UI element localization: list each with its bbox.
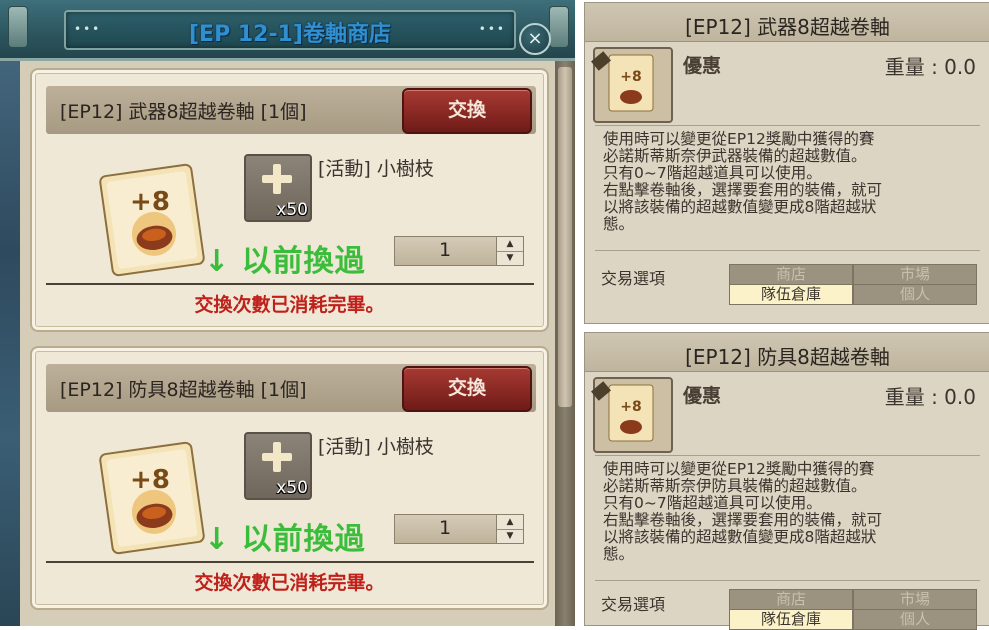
description-line: 以將該裝備的超越數值變更成8階超越狀: [603, 528, 877, 546]
material-slot[interactable]: x50: [244, 432, 312, 500]
tooltip-title: [EP12] 武器8超越卷軸: [685, 15, 890, 39]
divider: [595, 125, 980, 126]
shop-header: ••• ••• [EP 12-1]卷軸商店 ×: [0, 0, 575, 61]
description-line: 態。: [603, 545, 635, 563]
scroll-icon-label: +8: [130, 465, 170, 495]
scroll-shop-window: ••• ••• [EP 12-1]卷軸商店 × [EP12] 武器8超越卷軸 […: [0, 0, 575, 626]
title-plate: ••• ••• [EP 12-1]卷軸商店: [64, 10, 516, 50]
trade-option-team-storage: 隊伍倉庫: [729, 284, 853, 305]
shop-item-card: [EP12] 防具8超越卷軸 [1個] 交換 +8 x50 [活動] 小樹枝 ↓…: [30, 346, 549, 610]
tooltip-header: [EP12] 武器8超越卷軸: [585, 3, 989, 42]
exchange-limit-status: 交換次數已消耗完畢。: [194, 572, 385, 594]
previously-exchanged-note: ↓ 以前換過: [204, 244, 366, 279]
tooltip-item-icon: +8: [591, 47, 673, 123]
quantity-value[interactable]: 1: [395, 239, 495, 261]
material-quantity: x50: [276, 478, 308, 498]
item-header: [EP12] 防具8超越卷軸 [1個] 交換: [46, 364, 536, 412]
shop-title: [EP 12-1]卷軸商店: [189, 22, 391, 47]
trade-option-personal: 個人: [853, 284, 977, 305]
tooltip-header: [EP12] 防具8超越卷軸: [585, 333, 989, 372]
quantity-up-arrow-icon[interactable]: ▲: [497, 515, 523, 530]
description-line: 使用時可以變更從EP12獎勵中獲得的賽: [603, 460, 875, 478]
material-name: [活動] 小樹枝: [318, 436, 434, 458]
quantity-down-arrow-icon[interactable]: ▼: [497, 251, 523, 265]
divider: [46, 283, 534, 285]
exchange-limit-status: 交換次數已消耗完畢。: [194, 294, 385, 316]
item-tooltip-armor: [EP12] 防具8超越卷軸 +8 優惠 重量 : 0.0 使用時可以變更從EP…: [584, 332, 989, 630]
close-button[interactable]: ×: [519, 23, 551, 55]
quantity-stepper[interactable]: 1 ▲ ▼: [394, 514, 524, 544]
quantity-up-arrow-icon[interactable]: ▲: [497, 237, 523, 252]
tooltip-title: [EP12] 防具8超越卷軸: [685, 345, 890, 369]
tooltip-item-icon: +8: [591, 377, 673, 453]
item-description: 使用時可以變更從EP12獎勵中獲得的賽 必諾斯蒂斯奈伊武器裝備的超越數值。 只有…: [603, 131, 983, 233]
shop-item-card: [EP12] 武器8超越卷軸 [1個] 交換 +8 x50 [活動] 小樹枝 ↓…: [30, 68, 549, 332]
trade-options-label: 交易選項: [601, 595, 666, 614]
description-line: 右點擊卷軸後，選擇要套用的裝備，就可: [603, 511, 883, 529]
transcend-scroll-icon[interactable]: +8: [92, 160, 212, 280]
item-weight: 重量 : 0.0: [884, 55, 976, 79]
description-line: 必諾斯蒂斯奈伊防具裝備的超越數值。: [603, 477, 867, 495]
window-frame: [0, 0, 20, 626]
item-header: [EP12] 武器8超越卷軸 [1個] 交換: [46, 86, 536, 134]
description-line: 以將該裝備的超越數值變更成8階超越狀: [603, 198, 877, 216]
exchange-button[interactable]: 交換: [402, 366, 532, 412]
scrollbar[interactable]: [555, 61, 575, 626]
item-description: 使用時可以變更從EP12獎勵中獲得的賽 必諾斯蒂斯奈伊防具裝備的超越數值。 只有…: [603, 461, 983, 563]
twig-material-icon: [262, 164, 292, 194]
item-grade: 優惠: [683, 55, 722, 77]
item-name: [EP12] 武器8超越卷軸 [1個]: [60, 101, 307, 123]
description-line: 右點擊卷軸後，選擇要套用的裝備，就可: [603, 181, 883, 199]
divider: [46, 561, 534, 563]
exchange-button[interactable]: 交換: [402, 88, 532, 134]
transcend-scroll-icon[interactable]: +8: [92, 438, 212, 558]
trade-option-market: 市場: [853, 264, 977, 285]
item-grade: 優惠: [683, 385, 722, 407]
trade-option-shop: 商店: [729, 264, 853, 285]
material-slot[interactable]: x50: [244, 154, 312, 222]
trade-option-personal: 個人: [853, 609, 977, 630]
quantity-stepper[interactable]: 1 ▲ ▼: [394, 236, 524, 266]
scroll-icon-label: +8: [130, 187, 170, 217]
trade-option-team-storage: 隊伍倉庫: [729, 609, 853, 630]
quantity-spinner: ▲ ▼: [496, 515, 523, 543]
item-name: [EP12] 防具8超越卷軸 [1個]: [60, 379, 307, 401]
scroll-icon-label: +8: [620, 69, 641, 85]
trade-option-shop: 商店: [729, 589, 853, 610]
description-line: 只有0~7階超越道具可以使用。: [603, 494, 822, 512]
description-line: 使用時可以變更從EP12獎勵中獲得的賽: [603, 130, 875, 148]
description-line: 態。: [603, 215, 635, 233]
item-tooltip-weapon: [EP12] 武器8超越卷軸 +8 優惠 重量 : 0.0 使用時可以變更從EP…: [584, 2, 989, 324]
divider: [595, 455, 980, 456]
twig-material-icon: [262, 442, 292, 472]
scroll-icon-label: +8: [620, 399, 641, 415]
description-line: 只有0~7階超越道具可以使用。: [603, 164, 822, 182]
divider: [595, 580, 980, 581]
divider: [595, 250, 980, 251]
quantity-spinner: ▲ ▼: [496, 237, 523, 265]
quantity-down-arrow-icon[interactable]: ▼: [497, 529, 523, 543]
material-quantity: x50: [276, 200, 308, 220]
trade-options-label: 交易選項: [601, 269, 666, 288]
header-ornament-left: [8, 6, 28, 48]
scrollbar-thumb[interactable]: [558, 67, 572, 407]
previously-exchanged-note: ↓ 以前換過: [204, 522, 366, 557]
material-name: [活動] 小樹枝: [318, 158, 434, 180]
item-weight: 重量 : 0.0: [884, 385, 976, 409]
trade-option-market: 市場: [853, 589, 977, 610]
header-ornament-right: [549, 6, 569, 48]
description-line: 必諾斯蒂斯奈伊武器裝備的超越數值。: [603, 147, 867, 165]
quantity-value[interactable]: 1: [395, 517, 495, 539]
